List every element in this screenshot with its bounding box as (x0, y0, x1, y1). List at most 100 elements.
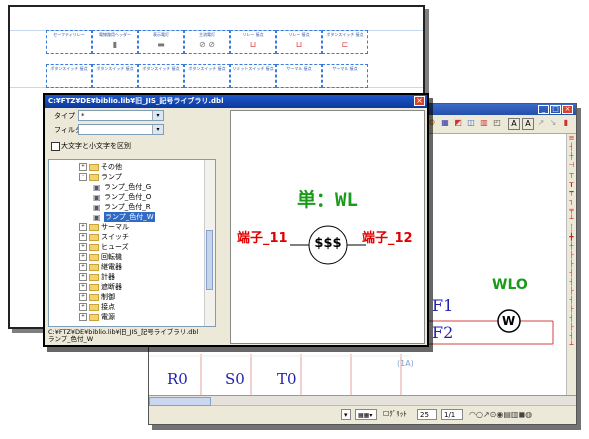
symbol-cell[interactable]: セーフティリレー (46, 30, 92, 54)
expand-icon[interactable]: + (79, 313, 87, 321)
expand-icon[interactable]: + (79, 163, 87, 171)
chevron-down-icon[interactable]: ▾ (152, 125, 163, 134)
folder-icon (89, 163, 99, 171)
toolbar-icon[interactable]: ◰ (492, 118, 502, 128)
tree-scrollbar[interactable] (204, 160, 215, 326)
expand-icon[interactable]: + (79, 283, 87, 291)
symbol-cell[interactable]: サーマル 接点 (276, 64, 322, 88)
tool-icon[interactable]: ┼ (567, 152, 576, 161)
expand-icon[interactable]: + (79, 233, 87, 241)
symbol-cell[interactable]: リレー 接点 ⊔ (230, 30, 276, 54)
tool-icon[interactable]: ┤ (567, 296, 576, 305)
tool-icon[interactable]: ┼ (567, 242, 576, 251)
tree-folder[interactable]: + サーマル (79, 222, 129, 232)
tool-icon[interactable]: ≡ (567, 134, 576, 143)
expand-icon[interactable]: + (79, 303, 87, 311)
dialog-titlebar: C:¥FTZ¥DE¥biblio.lib¥旧_JIS_記号ライブラリ.dbl × (45, 95, 427, 108)
tree-item[interactable]: ▣ ランプ_色付_W (93, 212, 155, 222)
symbol-cell[interactable]: ボタンスイッチ 接点 (138, 64, 184, 88)
symbol-cell[interactable]: サーマル 接点 (322, 64, 368, 88)
expand-icon[interactable]: + (79, 263, 87, 271)
tree-item[interactable]: ▣ ランプ_色付_R (93, 202, 151, 212)
tree-folder[interactable]: + 接点 (79, 302, 115, 312)
toolbar-icon[interactable]: ↘ (548, 118, 558, 128)
tool-icon[interactable]: ├ (567, 323, 576, 332)
symbol-cell[interactable]: 表示電灯 ▬ (138, 30, 184, 54)
horizontal-scrollbar[interactable] (149, 396, 576, 406)
symbol-cell[interactable]: ボタンスイッチ 接点 (46, 64, 92, 88)
tree-folder[interactable]: + 遮断器 (79, 282, 122, 292)
tool-icon[interactable]: ┯ (567, 188, 576, 197)
tree-folder[interactable]: + 計器 (79, 272, 115, 282)
text-a-icon[interactable]: A (508, 118, 520, 130)
tool-icon[interactable]: ╋ (567, 233, 576, 242)
toolbar-icon[interactable]: ◩ (453, 118, 463, 128)
expand-icon[interactable]: + (79, 243, 87, 251)
tree-item[interactable]: ▣ ランプ_色付_G (93, 182, 151, 192)
tool-icon[interactable]: ┤ (567, 332, 576, 341)
tool-icon[interactable]: ╤ (567, 206, 576, 215)
symbol-cell-label: ボタンスイッチ 接点 (50, 66, 88, 71)
collapse-icon[interactable]: - (79, 173, 87, 181)
tree-folder[interactable]: + 回転機 (79, 252, 122, 262)
tree-folder[interactable]: + 電源 (79, 312, 115, 322)
tool-icon[interactable]: ┤ (567, 269, 576, 278)
tool-icon[interactable]: ⊣ (567, 161, 576, 170)
symbol-cell[interactable]: ボタンスイッチ 接点 (92, 64, 138, 88)
grid-toggle[interactable]: ☐ｸﾞﾘｯﾄ (381, 409, 413, 420)
tool-icon[interactable]: ┆ (567, 224, 576, 233)
expand-icon[interactable]: + (79, 223, 87, 231)
tree-folder[interactable]: + スイッチ (79, 232, 129, 242)
tool-icon[interactable]: ├ (567, 305, 576, 314)
expand-icon[interactable]: + (79, 293, 87, 301)
tree-item[interactable]: ▣ ランプ_色付_O (93, 192, 151, 202)
symbol-cell[interactable]: 主流電灯 ⊘ ⊘ (184, 30, 230, 54)
tree-folder[interactable]: - ランプ (79, 172, 122, 182)
symbol-cell[interactable]: 電線路用ヘッダー ▮ (92, 30, 138, 54)
toolbar-icon[interactable]: ▦ (440, 118, 450, 128)
tree-label: ヒューズ (101, 243, 129, 251)
toolbar-icon[interactable]: ▮ (561, 118, 571, 128)
symbol-cell[interactable]: リミットスイッチ 接点 (230, 64, 276, 88)
dropdown-arrow[interactable]: ▾ (341, 409, 351, 420)
tool-icon[interactable]: ┰ (567, 179, 576, 188)
tool-icon[interactable]: ┤ (567, 278, 576, 287)
status-tool-icons[interactable]: ◠○↗⊙◉▤▥◼◍ (467, 409, 542, 420)
tool-icon[interactable]: ├ (567, 260, 576, 269)
text-a-icon[interactable]: A (522, 118, 534, 130)
tool-icon[interactable]: ┬ (567, 170, 576, 179)
type-combo[interactable]: * ▾ (78, 110, 164, 121)
expand-icon[interactable]: + (79, 273, 87, 281)
tool-icon[interactable]: ┤ (567, 314, 576, 323)
tree-label: ランプ_色付_R (104, 203, 151, 211)
tool-icon[interactable]: ├ (567, 251, 576, 260)
tree-folder[interactable]: + 制御 (79, 292, 115, 302)
maximize-button[interactable]: □ (550, 105, 561, 114)
tool-icon[interactable]: ┴ (567, 215, 576, 224)
tree-label: 制御 (101, 293, 115, 301)
symbol-glyph: ▮ (112, 40, 118, 49)
symbol-cell[interactable]: ボタンスイッチ 接点 (184, 64, 230, 88)
page-number-field[interactable]: 25 (417, 409, 437, 420)
case-sensitive-checkbox[interactable] (51, 142, 60, 151)
symbol-tree[interactable]: + その他 - ランプ ▣ ランプ_色付_G ▣ ランプ_色付_O ▣ ランプ_色付_R ▣ ランプ_… (48, 159, 216, 327)
chevron-down-icon[interactable]: ▾ (152, 111, 163, 120)
symbol-cell[interactable]: ボタンスイッチ 接点 ⊏ (322, 30, 368, 54)
grid-select[interactable]: ▦▦▾ (355, 409, 377, 420)
tool-icon[interactable]: ┴ (567, 341, 576, 350)
toolbar-icon[interactable]: ▥ (479, 118, 489, 128)
filter-combo[interactable]: ▾ (78, 124, 164, 135)
tree-folder[interactable]: + その他 (79, 162, 122, 172)
tool-icon[interactable]: ┤ (567, 143, 576, 152)
tool-icon[interactable]: ┐ (567, 197, 576, 206)
expand-icon[interactable]: + (79, 253, 87, 261)
minimize-button[interactable]: _ (538, 105, 549, 114)
toolbar-icon[interactable]: ◫ (466, 118, 476, 128)
close-button[interactable]: × (414, 96, 425, 106)
tree-folder[interactable]: + ヒューズ (79, 242, 129, 252)
tool-icon[interactable]: ├ (567, 287, 576, 296)
symbol-cell[interactable]: リレー 接点 ⊔ (276, 30, 322, 54)
tree-folder[interactable]: + 継電器 (79, 262, 122, 272)
close-button[interactable]: × (562, 105, 573, 114)
toolbar-icon[interactable]: ↗ (536, 118, 546, 128)
